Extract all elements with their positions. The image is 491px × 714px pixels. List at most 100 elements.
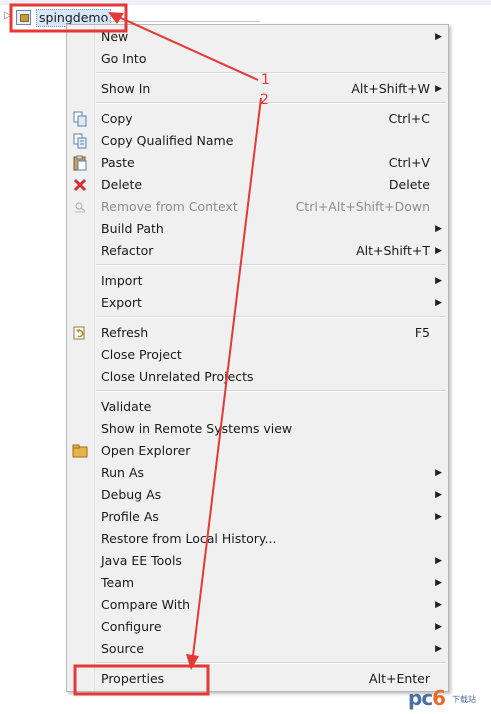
submenu-arrow-icon: ▶: [435, 556, 442, 566]
menu-item-copy-qualified-name[interactable]: Copy Qualified Name: [67, 130, 448, 152]
submenu-arrow-icon: ▶: [435, 468, 442, 478]
menu-item-label: Remove from Context: [101, 199, 238, 214]
menu-item-export[interactable]: Export ▶: [67, 292, 448, 314]
submenu-arrow-icon: ▶: [435, 276, 442, 286]
menu-item-label: Copy Qualified Name: [101, 133, 234, 148]
menu-item-label: Go Into: [101, 51, 147, 66]
menu-item-label: Java EE Tools: [101, 553, 182, 568]
submenu-arrow-icon: ▶: [435, 578, 442, 588]
submenu-arrow-icon: ▶: [435, 224, 442, 234]
menu-item-label: Open Explorer: [101, 443, 191, 458]
menu-item-shortcut: F5: [414, 325, 430, 340]
menu-item-label: Configure: [101, 619, 162, 634]
menu-item-label: Show In: [101, 81, 151, 96]
menu-item-copy[interactable]: Copy Ctrl+C: [67, 108, 448, 130]
menu-item-new[interactable]: New ▶: [67, 26, 448, 48]
menu-item-label: Validate: [101, 399, 152, 414]
menu-item-label: Profile As: [101, 509, 159, 524]
top-strip: [0, 0, 491, 5]
menu-item-restore-local-history[interactable]: Restore from Local History...: [67, 528, 448, 550]
submenu-arrow-icon: ▶: [435, 246, 442, 256]
menu-item-debug-as[interactable]: Debug As ▶: [67, 484, 448, 506]
menu-item-shortcut: Alt+Shift+W: [351, 81, 430, 96]
watermark-text-a: pc: [408, 686, 433, 710]
context-menu: New ▶ Go Into Show In Alt+Shift+W ▶ Copy Ctrl+C…: [66, 24, 449, 692]
submenu-arrow-icon: ▶: [435, 512, 442, 522]
remove-context-icon: [72, 199, 88, 215]
delete-icon: [72, 177, 88, 193]
menu-item-show-in[interactable]: Show In Alt+Shift+W ▶: [67, 78, 448, 100]
menu-item-validate[interactable]: Validate: [67, 396, 448, 418]
watermark-caption: 下载站: [452, 695, 476, 704]
menu-separator: [96, 264, 446, 266]
menu-separator: [96, 102, 446, 104]
annotation-step-2: 2: [260, 92, 269, 108]
menu-item-profile-as[interactable]: Profile As ▶: [67, 506, 448, 528]
menu-item-label: Compare With: [101, 597, 191, 612]
menu-item-label: Copy: [101, 111, 133, 126]
menu-item-refactor[interactable]: Refactor Alt+Shift+T ▶: [67, 240, 448, 262]
copy-icon: [72, 111, 88, 127]
menu-item-remove-from-context: Remove from Context Ctrl+Alt+Shift+Down: [67, 196, 448, 218]
menu-item-open-explorer[interactable]: Open Explorer: [67, 440, 448, 462]
menu-item-label: Close Unrelated Projects: [101, 369, 254, 384]
menu-item-label: Export: [101, 295, 142, 310]
menu-item-shortcut: Alt+Shift+T: [356, 243, 430, 258]
menu-item-label: Source: [101, 641, 144, 656]
project-icon: [16, 10, 31, 25]
menu-item-label: Run As: [101, 465, 145, 480]
menu-item-label: Build Path: [101, 221, 164, 236]
menu-item-shortcut: Ctrl+V: [388, 155, 430, 170]
menu-item-label: Delete: [101, 177, 143, 192]
menu-separator: [96, 662, 446, 664]
menu-separator: [96, 316, 446, 318]
menu-item-paste[interactable]: Paste Ctrl+V: [67, 152, 448, 174]
submenu-arrow-icon: ▶: [435, 644, 442, 654]
menu-item-shortcut: Ctrl+C: [388, 111, 430, 126]
paste-icon: [72, 155, 88, 171]
menu-item-label: Restore from Local History...: [101, 531, 277, 546]
menu-item-shortcut: Delete: [388, 177, 430, 192]
copy-qualified-name-icon: [72, 133, 88, 149]
menu-item-configure[interactable]: Configure ▶: [67, 616, 448, 638]
menu-item-shortcut: Alt+Enter: [369, 671, 430, 686]
watermark-text-b: 6: [432, 686, 446, 710]
open-explorer-icon: [72, 443, 88, 459]
submenu-arrow-icon: ▶: [435, 84, 442, 94]
menu-item-close-unrelated-projects[interactable]: Close Unrelated Projects: [67, 366, 448, 388]
menu-item-java-ee-tools[interactable]: Java EE Tools ▶: [67, 550, 448, 572]
submenu-arrow-icon: ▶: [435, 298, 442, 308]
menu-item-properties[interactable]: Properties Alt+Enter: [67, 668, 448, 690]
submenu-arrow-icon: ▶: [435, 490, 442, 500]
menu-item-import[interactable]: Import ▶: [67, 270, 448, 292]
menu-item-label: New: [101, 29, 129, 44]
menu-item-delete[interactable]: Delete Delete: [67, 174, 448, 196]
menu-item-build-path[interactable]: Build Path ▶: [67, 218, 448, 240]
menu-item-team[interactable]: Team ▶: [67, 572, 448, 594]
menu-item-label: Refresh: [101, 325, 149, 340]
menu-item-shortcut: Ctrl+Alt+Shift+Down: [295, 199, 430, 214]
menu-item-source[interactable]: Source ▶: [67, 638, 448, 660]
submenu-arrow-icon: ▶: [435, 600, 442, 610]
menu-item-label: Debug As: [101, 487, 162, 502]
menu-item-go-into[interactable]: Go Into: [67, 48, 448, 70]
menu-item-compare-with[interactable]: Compare With ▶: [67, 594, 448, 616]
menu-item-label: Team: [101, 575, 135, 590]
menu-item-refresh[interactable]: Refresh F5: [67, 322, 448, 344]
menu-separator: [96, 390, 446, 392]
menu-separator: [96, 72, 446, 74]
expand-arrow-icon[interactable]: ▷: [4, 10, 12, 21]
watermark-logo: pc6: [408, 686, 446, 710]
submenu-arrow-icon: ▶: [435, 622, 442, 632]
menu-item-label: Paste: [101, 155, 135, 170]
menu-item-label: Refactor: [101, 243, 154, 258]
annotation-step-1: 1: [261, 72, 270, 88]
menu-item-close-project[interactable]: Close Project: [67, 344, 448, 366]
menu-item-label: Properties: [101, 671, 165, 686]
menu-item-label: Close Project: [101, 347, 182, 362]
menu-item-show-in-remote-systems[interactable]: Show in Remote Systems view: [67, 418, 448, 440]
menu-item-run-as[interactable]: Run As ▶: [67, 462, 448, 484]
menu-item-label: Import: [101, 273, 143, 288]
menu-item-label: Show in Remote Systems view: [101, 421, 293, 436]
refresh-icon: [72, 325, 88, 341]
